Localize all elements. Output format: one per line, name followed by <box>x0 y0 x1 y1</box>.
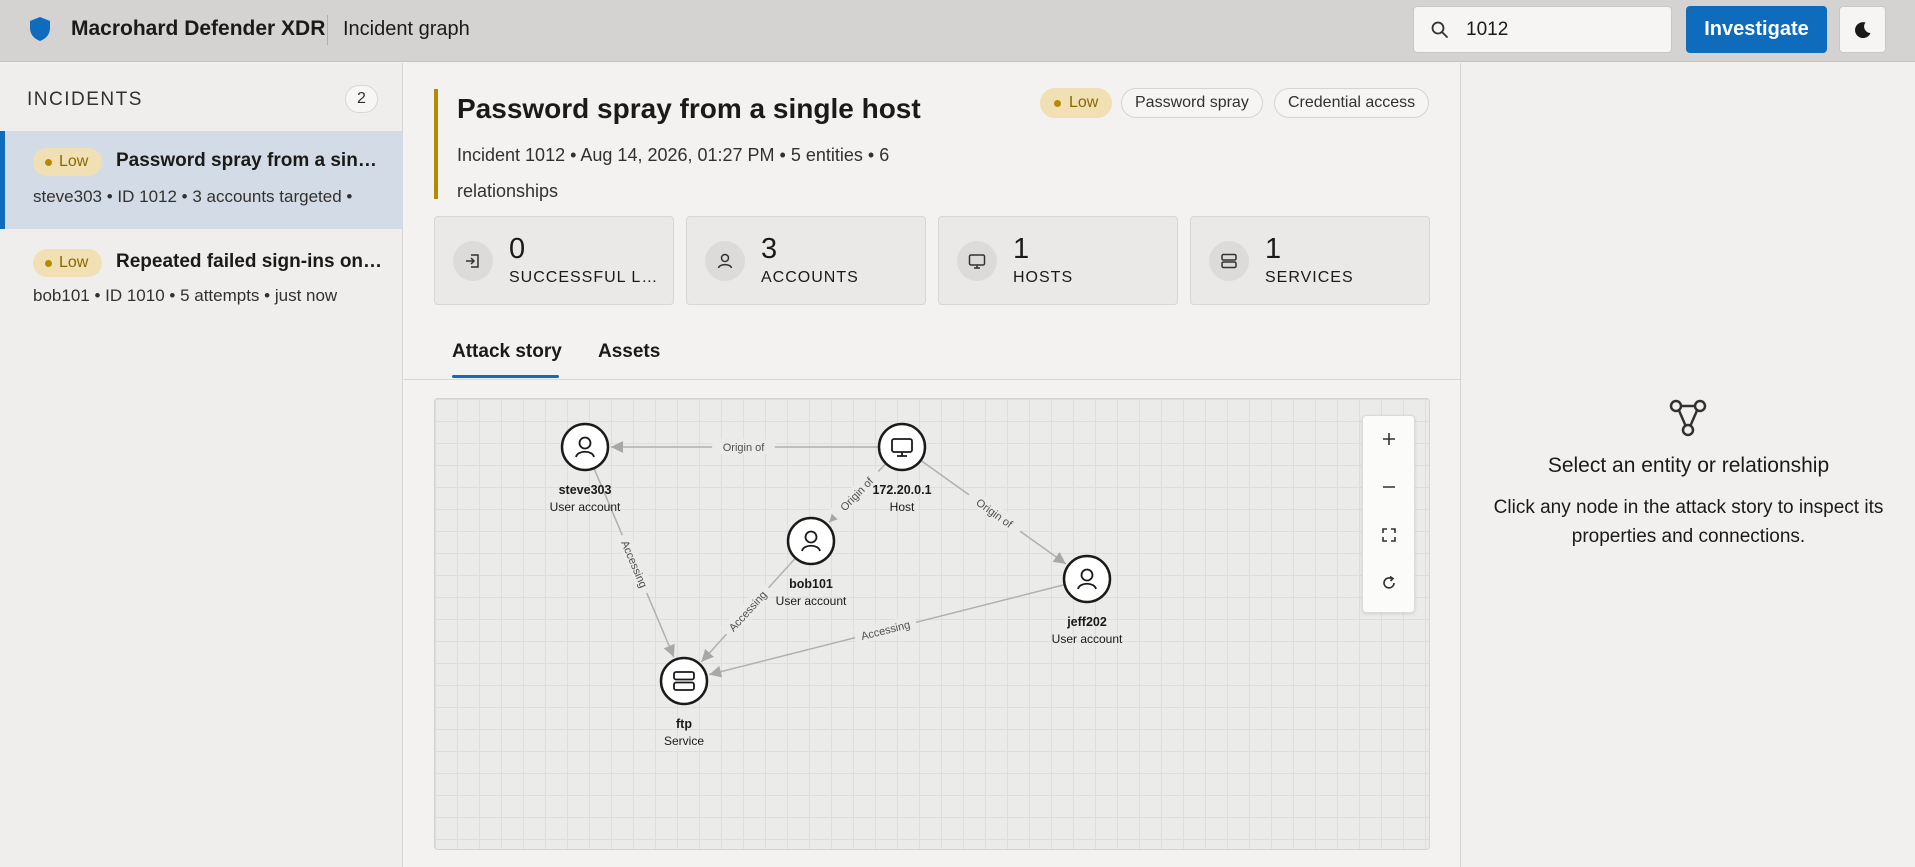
stat-icon-circle <box>453 241 493 281</box>
node-circle <box>1062 554 1112 604</box>
search-icon <box>1431 21 1448 38</box>
zoom-out-button[interactable] <box>1363 464 1416 512</box>
reset-icon <box>1383 575 1395 589</box>
node-circle <box>659 656 709 706</box>
tab-assets[interactable]: Assets <box>598 341 660 363</box>
incident-subtitle: Incident 1012 • Aug 14, 2026, 01:27 PM •… <box>457 145 890 201</box>
stat-label: SUCCESSFUL LOGINS <box>509 269 659 286</box>
tabs-divider <box>404 379 1460 380</box>
node-circle <box>786 516 836 566</box>
investigate-button[interactable]: Investigate <box>1686 6 1827 53</box>
moon-icon <box>1855 22 1871 39</box>
attack-story-graph[interactable]: Origin of Origin of Origin of Accessing Acce… <box>434 398 1430 850</box>
active-tab-indicator <box>452 375 559 378</box>
node-name: bob101 <box>789 577 833 591</box>
graph-node-bob101[interactable]: bob101 User account <box>776 516 847 608</box>
server-icon <box>1221 253 1237 269</box>
edge-label-group: Origin of <box>964 488 1025 537</box>
incidents-panel: INCIDENTS 2 Low Password spray from a si… <box>0 63 403 867</box>
incident-list-item[interactable]: Low Password spray from a single host st… <box>0 131 403 229</box>
node-type: Service <box>664 734 704 748</box>
incident-title: Password spray from a single host <box>457 93 921 124</box>
node-circle <box>560 422 610 472</box>
stat-icon-circle <box>705 241 745 281</box>
search-box[interactable] <box>1413 6 1672 53</box>
incident-item-meta: steve303 • ID 1012 • 3 accounts targeted… <box>33 187 353 206</box>
person-icon <box>717 253 733 269</box>
empty-state-title: Select an entity or relationship <box>1547 454 1830 477</box>
sign-in-icon <box>466 254 479 268</box>
graph-nodes-icon <box>1669 399 1707 437</box>
edge-label-group: Accessing <box>853 614 918 645</box>
stat-label: ACCOUNTS <box>761 269 859 286</box>
severity-badge: Low <box>33 148 103 176</box>
edge-label-group: Accessing <box>720 582 774 639</box>
incident-item-title: Repeated failed sign-ins on bob101 <box>116 251 384 272</box>
stat-icon-circle <box>957 241 997 281</box>
node-name: ftp <box>676 717 692 731</box>
severity-accent-bar <box>434 89 438 199</box>
zoom-in-button[interactable] <box>1363 416 1416 464</box>
stat-label: HOSTS <box>1013 269 1074 286</box>
zoom-out-icon <box>1383 486 1395 488</box>
incidents-heading: INCIDENTS <box>27 89 143 110</box>
edge-label: Accessing <box>618 539 649 590</box>
fit-screen-button[interactable] <box>1363 512 1416 560</box>
edge-label-group: Accessing <box>615 532 655 596</box>
search-input[interactable] <box>1466 17 1656 43</box>
stat-card-hosts: 1 HOSTS <box>938 216 1178 305</box>
graph-node-ftp[interactable]: ftp Service <box>659 656 709 748</box>
edge-label-group: Origin of <box>712 439 775 454</box>
theme-toggle-button[interactable] <box>1839 6 1886 53</box>
top-bar: Macrohard Defender XDR Incident graph In… <box>0 0 1915 62</box>
severity-badge: Low <box>33 249 103 277</box>
stat-value: 1 <box>1265 233 1282 265</box>
stat-value: 3 <box>761 233 778 265</box>
fit-screen-icon <box>1382 528 1396 542</box>
graph-zoom-controls <box>1362 415 1415 613</box>
node-type: User account <box>550 500 621 514</box>
node-type: Host <box>890 500 915 514</box>
edge-label: Origin of <box>838 475 876 514</box>
stat-value: 1 <box>1013 233 1030 265</box>
edge-label: Accessing <box>727 589 770 634</box>
stat-label: SERVICES <box>1265 269 1354 286</box>
severity-tag: Low <box>1040 88 1113 118</box>
details-panel: Select an entity or relationship Click a… <box>1460 63 1915 867</box>
node-circle <box>877 422 927 472</box>
tab-attack-story[interactable]: Attack story <box>452 341 562 363</box>
title-divider <box>327 15 328 45</box>
monitor-icon <box>968 254 986 269</box>
incident-detail: Password spray from a single host Incide… <box>404 63 1460 867</box>
app-title: Macrohard Defender XDR <box>71 17 326 40</box>
zoom-in-icon <box>1383 433 1395 445</box>
incident-item-title: Password spray from a single host <box>116 150 384 171</box>
page-name: Incident graph <box>343 18 470 40</box>
graph-node-steve303[interactable]: steve303 User account <box>550 422 621 514</box>
incidents-count-badge: 2 <box>345 85 378 113</box>
node-name: steve303 <box>559 483 612 497</box>
node-type: User account <box>776 594 847 608</box>
stat-card-services: 1 SERVICES <box>1190 216 1430 305</box>
empty-state-description: Click any node in the attack story to in… <box>1493 497 1884 547</box>
edge-label: Origin of <box>723 442 766 454</box>
graph-node-jeff202[interactable]: jeff202 User account <box>1052 554 1123 646</box>
category-tag: Password spray <box>1121 88 1263 118</box>
incident-list-item[interactable]: Low Repeated failed sign-ins on bob101 b… <box>0 229 403 327</box>
reset-view-button[interactable] <box>1363 560 1416 608</box>
stat-icon-circle <box>1209 241 1249 281</box>
node-type: User account <box>1052 632 1123 646</box>
graph-canvas[interactable]: Origin of Origin of Origin of Accessing Acce… <box>435 399 1430 850</box>
incident-item-meta: bob101 • ID 1010 • 5 attempts • just now <box>33 286 338 305</box>
stat-card-accounts: 3 ACCOUNTS <box>686 216 926 305</box>
tactic-tag: Credential access <box>1274 88 1430 118</box>
shield-icon <box>30 17 50 41</box>
stat-value: 0 <box>509 233 526 265</box>
node-name: 172.20.0.1 <box>872 483 931 497</box>
node-name: jeff202 <box>1066 615 1107 629</box>
stat-card-logins: 0 SUCCESSFUL LOGINS <box>434 216 674 305</box>
